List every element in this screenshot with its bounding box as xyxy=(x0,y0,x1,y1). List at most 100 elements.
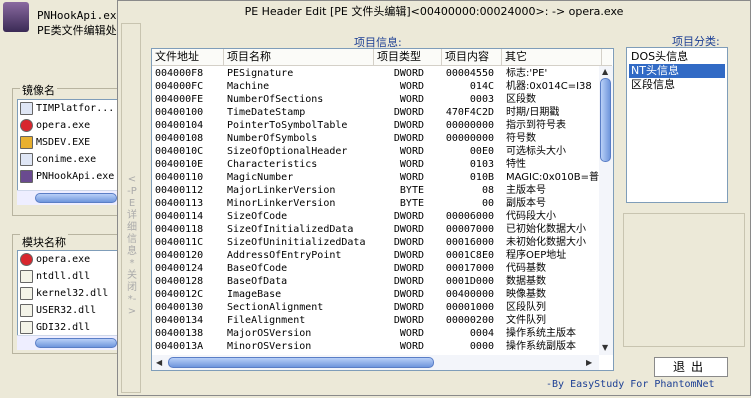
table-cell: 00017000 xyxy=(445,263,494,274)
scroll-right-arrow-icon[interactable]: ▶ xyxy=(586,358,592,367)
dll-icon xyxy=(20,321,33,334)
table-row[interactable]: 00400124 BaseOfCode DWORD 00017000 代码基数 xyxy=(152,262,600,275)
window-icon xyxy=(20,102,33,115)
column-header[interactable]: 文件地址 xyxy=(152,49,224,65)
list-item[interactable]: opera.exe xyxy=(18,117,118,134)
table-cell: BaseOfData xyxy=(227,276,288,287)
list-item[interactable]: USER32.dll xyxy=(18,302,118,319)
category-item[interactable]: 区段信息 xyxy=(629,78,725,92)
pe-header-table[interactable]: 文件地址 项目名称 项目类型 项目内容 其它 004000F8 PESignature DW… xyxy=(151,48,614,371)
list-item[interactable]: PNHookApi.exe xyxy=(18,168,118,185)
table-cell: 00400124 xyxy=(155,263,204,274)
table-cell: 00007000 xyxy=(445,224,494,235)
table-cell: Machine xyxy=(227,81,270,92)
table-row[interactable]: 0040010E Characteristics WORD 0103 特性 xyxy=(152,158,600,171)
table-cell: PointerToSymbolTable xyxy=(227,120,348,131)
table-cell: 00006000 xyxy=(445,211,494,222)
scroll-thumb[interactable] xyxy=(35,193,117,203)
scroll-thumb[interactable] xyxy=(600,78,611,162)
table-row[interactable]: 00400130 SectionAlignment DWORD 00001000 区段队… xyxy=(152,301,600,314)
table-cell: BYTE xyxy=(399,198,424,209)
list-item-label: USER32.dll xyxy=(36,305,97,316)
table-row[interactable]: 00400118 SizeOfInitializedData DWORD 000070… xyxy=(152,223,600,236)
table-cell: 00400118 xyxy=(155,224,204,235)
list-item-label: TIMPlatfor... xyxy=(36,103,115,114)
table-cell: 标志:'PE' xyxy=(506,68,548,79)
table-row[interactable]: 00400138 MajorOSVersion WORD 0004 操作系统主版本 xyxy=(152,327,600,340)
image-group-label: 镜像名 xyxy=(20,82,57,98)
image-list-scrollbar[interactable] xyxy=(17,190,117,205)
table-vertical-scrollbar[interactable]: ▲ ▼ xyxy=(599,66,613,355)
table-row[interactable]: 00400108 NumberOfSymbols DWORD 00000000 符号数 xyxy=(152,132,600,145)
module-list-scrollbar[interactable] xyxy=(17,335,117,350)
table-row[interactable]: 0040011C SizeOfUninitializedData DWORD 0001… xyxy=(152,236,600,249)
table-row[interactable]: 00400104 PointerToSymbolTable DWORD 0000000… xyxy=(152,119,600,132)
table-cell: PESignature xyxy=(227,68,294,79)
table-row[interactable]: 00400128 BaseOfData DWORD 0001D000 数据基数 xyxy=(152,275,600,288)
table-row[interactable]: 004000FE NumberOfSections WORD 0003 区段数 xyxy=(152,93,600,106)
column-header[interactable]: 项目内容 xyxy=(442,49,502,65)
list-item[interactable]: opera.exe xyxy=(18,251,118,268)
list-item[interactable]: MSDEV.EXE xyxy=(18,134,118,151)
exit-button[interactable]: 退出 xyxy=(654,357,728,377)
table-cell: WORD xyxy=(399,94,424,105)
table-row[interactable]: 00400134 FileAlignment DWORD 00000200 文件队列 xyxy=(152,314,600,327)
scroll-left-arrow-icon[interactable]: ◀ xyxy=(156,358,162,367)
category-list[interactable]: DOS头信息 NT头信息 区段信息 xyxy=(626,47,728,203)
table-cell: DWORD xyxy=(393,224,424,235)
list-item[interactable]: ntdll.dll xyxy=(18,268,118,285)
table-horizontal-scrollbar[interactable]: ◀ ▶ xyxy=(152,355,599,370)
table-cell: 操作系统副版本 xyxy=(506,341,576,352)
list-item[interactable]: conime.exe xyxy=(18,151,118,168)
list-item[interactable]: kernel32.dll xyxy=(18,285,118,302)
table-cell: 00400104 xyxy=(155,120,204,131)
column-header[interactable]: 其它 xyxy=(502,49,602,65)
scroll-thumb[interactable] xyxy=(35,338,117,348)
table-cell: WORD xyxy=(399,328,424,339)
list-item[interactable]: GDI32.dll xyxy=(18,319,118,335)
table-cell: DWORD xyxy=(393,276,424,287)
table-cell: BYTE xyxy=(399,185,424,196)
table-row[interactable]: 00400120 AddressOfEntryPoint DWORD 0001C8E0… xyxy=(152,249,600,262)
table-row[interactable]: 00400114 SizeOfCode DWORD 00006000 代码段大小 xyxy=(152,210,600,223)
table-cell: SizeOfUninitializedData xyxy=(227,237,366,248)
scroll-down-arrow-icon[interactable]: ▼ xyxy=(602,343,608,352)
window-icon xyxy=(20,153,33,166)
category-item[interactable]: DOS头信息 xyxy=(629,50,725,64)
table-cell: 00400130 xyxy=(155,302,204,313)
table-cell: TimeDateStamp xyxy=(227,107,306,118)
table-cell: DWORD xyxy=(393,133,424,144)
msdev-icon xyxy=(20,136,33,149)
list-item-label: ntdll.dll xyxy=(36,271,91,282)
table-row[interactable]: 0040010C SizeOfOptionalHeader WORD 00E0 可选标头… xyxy=(152,145,600,158)
module-list[interactable]: opera.exe ntdll.dll kernel32.dll USER32.dll… xyxy=(17,250,119,336)
table-row[interactable]: 004000F8 PESignature DWORD 00004550 标志:'PE' xyxy=(152,67,600,80)
table-cell: 时期/日期戳 xyxy=(506,107,560,118)
table-row[interactable]: 00400113 MinorLinkerVersion BYTE 00 副版本号 xyxy=(152,197,600,210)
column-header[interactable]: 项目类型 xyxy=(374,49,442,65)
table-cell: 符号数 xyxy=(506,133,536,144)
pe-header-edit-dialog: PE Header Edit [PE 文件头编辑]<00400000:00024… xyxy=(117,0,751,396)
category-item[interactable]: NT头信息 xyxy=(629,64,725,78)
table-cell: 00016000 xyxy=(445,237,494,248)
table-row[interactable]: 0040013A MinorOSVersion WORD 0000 操作系统副版本 xyxy=(152,340,600,353)
scroll-thumb[interactable] xyxy=(168,357,434,368)
table-cell: 00 xyxy=(481,198,494,209)
table-row[interactable]: 00400110 MagicNumber WORD 010B MAGIC:0x010B=… xyxy=(152,171,600,184)
image-list[interactable]: TIMPlatfor... opera.exe MSDEV.EXE conime.ex… xyxy=(17,99,119,191)
table-row[interactable]: 00400112 MajorLinkerVersion BYTE 08 主版本号 xyxy=(152,184,600,197)
table-cell: DWORD xyxy=(393,289,424,300)
table-row[interactable]: 0040012C ImageBase DWORD 00400000 映像基数 xyxy=(152,288,600,301)
scroll-up-arrow-icon[interactable]: ▲ xyxy=(602,67,608,76)
pe-detail-close-button[interactable]: <-PE详细信息*关闭*-> xyxy=(121,23,141,393)
column-header[interactable]: 项目名称 xyxy=(224,49,374,65)
table-cell: 0001D000 xyxy=(445,276,494,287)
table-row[interactable]: 00400100 TimeDateStamp DWORD 470F4C2D 时期/日期戳 xyxy=(152,106,600,119)
table-cell: 014C xyxy=(469,81,494,92)
table-cell: 代码段大小 xyxy=(506,211,556,222)
table-cell: 操作系统主版本 xyxy=(506,328,576,339)
dll-icon xyxy=(20,287,33,300)
list-item[interactable]: TIMPlatfor... xyxy=(18,100,118,117)
table-row[interactable]: 004000FC Machine WORD 014C 机器:0x014C=I38 xyxy=(152,80,600,93)
table-cell: DWORD xyxy=(393,68,424,79)
